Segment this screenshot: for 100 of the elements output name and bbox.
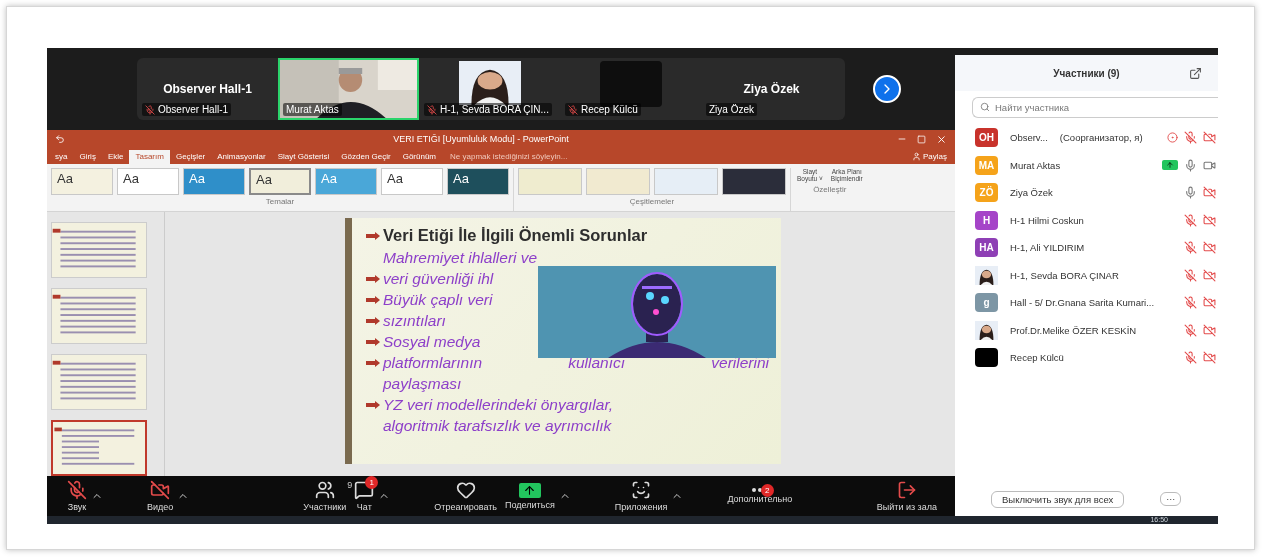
leave-button[interactable]: Выйти из зала — [872, 480, 941, 512]
ribbon-tab[interactable]: Görünüm — [396, 150, 443, 164]
participant-row[interactable]: Prof.Dr.Melike ÖZER KESKİN — [955, 316, 1218, 344]
theme-thumbnail[interactable]: Aa — [381, 168, 443, 195]
ribbon-tab[interactable]: Slayt Gösterisi — [271, 150, 336, 164]
video-tile[interactable]: H-1, Sevda BORA ÇIN... — [419, 58, 560, 120]
participant-name: H-1, Ali YILDIRIM — [1010, 242, 1085, 254]
video-tile[interactable]: Ziya Özek Ziya Özek — [701, 58, 842, 120]
slide-title: Veri Etiği İle İlgili Önemli Sorunlar — [383, 226, 648, 245]
camera-off-icon[interactable] — [1203, 268, 1216, 282]
slide-text: Sosyal medya — [383, 332, 481, 352]
search-field[interactable]: Найти участника — [972, 97, 1218, 118]
heart-icon — [455, 480, 476, 500]
ribbon-tab[interactable]: Tasarım — [129, 150, 170, 164]
group-label: Özelleştir — [813, 184, 847, 194]
mic-off-icon[interactable] — [1184, 296, 1197, 310]
ribbon-tab[interactable]: Gözden Geçir — [335, 150, 397, 164]
participant-row[interactable]: H H-1 Hilmi Coskun — [955, 206, 1218, 234]
camera-off-icon[interactable] — [1203, 323, 1216, 337]
participant-label: Observer Hall-1 — [158, 104, 229, 115]
share-button[interactable]: Поделиться — [501, 482, 559, 510]
video-button[interactable]: Видео — [143, 480, 178, 512]
slide-thumbnail[interactable] — [51, 420, 147, 476]
ribbon-tab[interactable]: sya — [49, 150, 74, 164]
camera-off-icon[interactable] — [1203, 296, 1216, 310]
mic-off-icon[interactable] — [1184, 323, 1197, 337]
participant-row[interactable]: OH Observ... (Соорганизатор, я) — [955, 124, 1218, 152]
theme-thumbnail[interactable]: Aa — [117, 168, 179, 195]
mic-icon[interactable] — [1184, 186, 1197, 200]
bullet-arrow-icon — [366, 358, 380, 367]
participant-row[interactable]: H-1, Sevda BORA ÇINAR — [955, 261, 1218, 289]
ribbon-tab[interactable]: Geçişler — [169, 150, 212, 164]
participants-button[interactable]: 9 Участники — [299, 480, 351, 512]
theme-thumbnail[interactable]: Aa — [183, 168, 245, 195]
theme-thumbnail[interactable]: Aa — [249, 168, 311, 195]
group-label: Temalar — [265, 197, 295, 206]
mic-off-icon[interactable] — [1184, 213, 1197, 227]
variant-thumbnail[interactable] — [586, 168, 650, 195]
participant-count: 9 — [347, 480, 353, 490]
chat-bubble-icon — [354, 480, 375, 500]
ribbon-tab[interactable]: Ekle — [101, 150, 130, 164]
participant-name: Recep Külcü — [1010, 352, 1064, 364]
participant-name: Hall - 5/ Dr.Gnana Sarita Kumari... — [1010, 297, 1155, 309]
camera-off-icon[interactable] — [1203, 131, 1216, 145]
ribbon-tab[interactable]: Giriş — [73, 150, 102, 164]
slide-text: algoritmik tarafsızlık ve ayrımcılık — [383, 416, 612, 436]
apps-button[interactable]: Приложения — [610, 480, 672, 512]
notification-badge: 2 — [760, 484, 774, 497]
more-button[interactable]: ··· — [1160, 492, 1182, 506]
mute-all-button[interactable]: Выключить звук для всех — [991, 490, 1125, 508]
participant-row[interactable]: ZÖ Ziya Özek — [955, 179, 1218, 207]
bullet-arrow-icon — [366, 295, 380, 304]
participant-row[interactable]: Recep Külcü — [955, 344, 1218, 372]
video-tile[interactable]: Observer Hall-1 Observer Hall-1 — [137, 58, 278, 120]
react-button[interactable]: Отреагировать — [430, 480, 502, 512]
participant-label: Ziya Özek — [709, 104, 754, 115]
bullet-arrow-icon — [366, 274, 380, 283]
next-page-button[interactable] — [873, 75, 901, 103]
participant-row[interactable]: MA Murat Aktas — [955, 151, 1218, 179]
participant-name: Observer Hall-1 — [163, 82, 252, 96]
camera-off-icon[interactable] — [1203, 186, 1216, 200]
participant-label: Murat Aktas — [286, 104, 339, 115]
theme-thumbnail[interactable]: Aa — [51, 168, 113, 195]
ribbon-tab[interactable]: Animasyonlar — [211, 150, 272, 164]
mic-off-icon[interactable] — [1184, 241, 1197, 255]
close-icon[interactable] — [936, 133, 947, 145]
slide-text: paylaşması — [383, 374, 462, 394]
slide-text: veri güvenliği ihl — [383, 269, 494, 289]
variant-thumbnail[interactable] — [722, 168, 786, 195]
slide-text: Büyük çaplı veri — [383, 290, 493, 310]
theme-thumbnail[interactable]: Aa — [447, 168, 509, 195]
camera-off-icon[interactable] — [1203, 213, 1216, 227]
maximize-icon[interactable] — [917, 134, 926, 144]
share-link[interactable]: Paylaş — [912, 151, 947, 161]
tell-me-field[interactable]: Ne yapmak istediğinizi söyleyin... — [450, 151, 568, 161]
window-title: VERI ETIĞI [Uyumluluk Modu] - PowerPoint — [393, 134, 569, 144]
mic-off-icon[interactable] — [1184, 351, 1197, 365]
camera-off-icon[interactable] — [1203, 351, 1216, 365]
people-icon — [314, 480, 335, 500]
mic-off-icon[interactable] — [1184, 131, 1197, 145]
bullet-arrow-icon — [366, 400, 380, 409]
video-tile[interactable]: Recep Külcü — [560, 58, 701, 120]
participant-name: Murat Aktas — [1010, 159, 1061, 171]
participant-row[interactable]: g Hall - 5/ Dr.Gnana Sarita Kumari... — [955, 289, 1218, 317]
slide-text: Mahremiyet ihlalleri ve — [383, 248, 538, 268]
bullet-arrow-icon — [366, 316, 380, 325]
mic-icon[interactable] — [1184, 158, 1197, 172]
group-label: Çeşitlemeler — [629, 197, 675, 206]
undo-icon[interactable] — [55, 134, 65, 144]
camera-off-icon[interactable] — [1203, 241, 1216, 255]
pop-out-icon[interactable] — [1189, 66, 1202, 80]
variant-thumbnail[interactable] — [518, 168, 582, 195]
video-tile[interactable]: Murat Aktas — [278, 58, 419, 120]
mic-off-icon[interactable] — [1184, 268, 1197, 282]
variant-thumbnail[interactable] — [654, 168, 718, 195]
apps-icon — [631, 480, 652, 500]
participant-name: Ziya Özek — [1010, 187, 1053, 199]
mic-button[interactable]: Звук — [63, 480, 91, 512]
participant-row[interactable]: HA H-1, Ali YILDIRIM — [955, 234, 1218, 262]
slide-text: YZ veri modellerindeki önyargılar, — [383, 395, 614, 415]
